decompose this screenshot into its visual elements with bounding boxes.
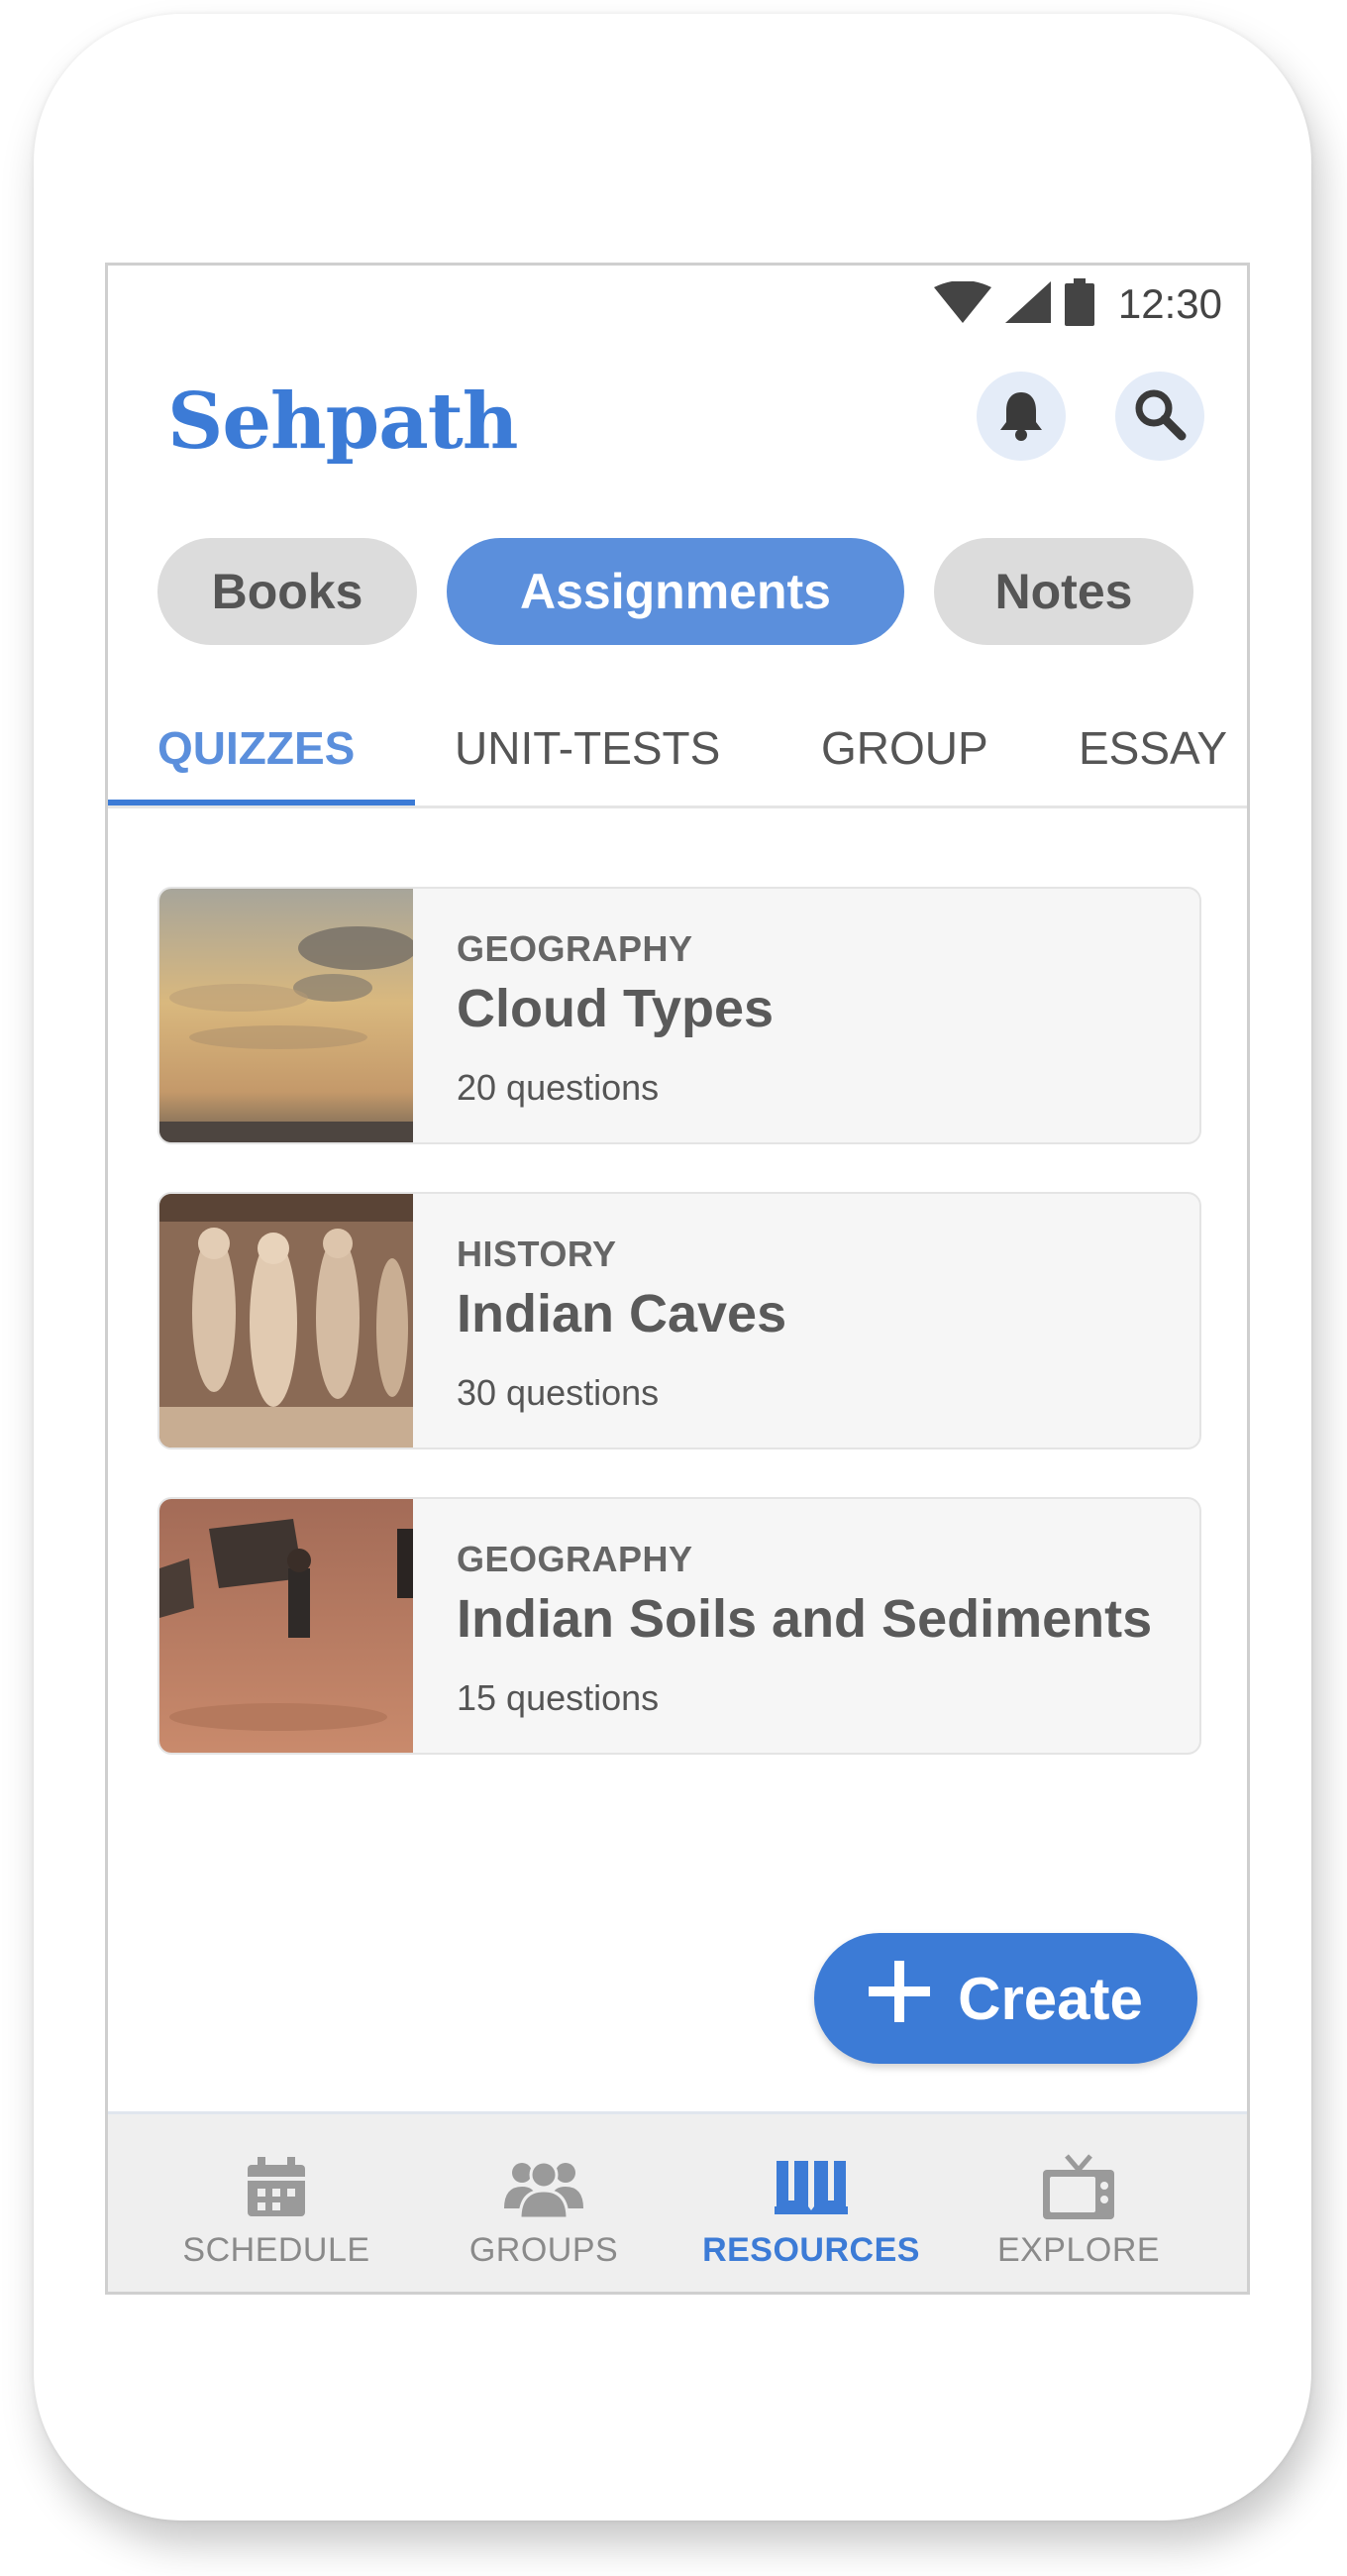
nav-label: EXPLORE — [996, 2231, 1161, 2269]
segment-notes[interactable]: Notes — [934, 538, 1193, 645]
bottom-nav: SCHEDULE GROUPS RESOURCES EXPLORE — [108, 2111, 1247, 2292]
temple-carvings-photo — [159, 1194, 413, 1448]
calendar-icon — [246, 2152, 307, 2223]
active-tab-indicator — [108, 800, 415, 805]
nav-explore[interactable]: EXPLORE — [945, 2114, 1212, 2292]
card-title: Indian Caves — [457, 1284, 787, 1343]
book-icon — [775, 2152, 848, 2223]
search-button[interactable] — [1115, 372, 1204, 461]
sunset-clouds-photo — [159, 889, 413, 1142]
status-bar: 12:30 — [108, 266, 1247, 341]
nav-label: SCHEDULE — [182, 2231, 370, 2269]
tv-icon — [1041, 2152, 1116, 2223]
notifications-button[interactable] — [977, 372, 1066, 461]
card-question-count: 30 questions — [457, 1372, 660, 1413]
quiz-card[interactable]: GEOGRAPHY Indian Soils and Sediments 15 … — [157, 1497, 1201, 1755]
people-icon — [502, 2152, 585, 2223]
card-question-count: 15 questions — [457, 1677, 660, 1718]
wifi-icon — [933, 279, 991, 328]
nav-schedule[interactable]: SCHEDULE — [143, 2114, 410, 2292]
tab-group[interactable]: GROUP — [821, 721, 988, 805]
card-title: Indian Soils and Sediments — [457, 1589, 1153, 1649]
soil-workers-photo — [159, 1499, 413, 1753]
nav-label: RESOURCES — [702, 2231, 920, 2269]
plus-icon — [869, 1961, 931, 2036]
battery-icon — [1064, 277, 1094, 331]
card-category: GEOGRAPHY — [457, 928, 693, 969]
status-time: 12:30 — [1117, 280, 1222, 327]
tab-quizzes[interactable]: QUIZZES — [157, 721, 355, 805]
signal-icon — [1004, 280, 1051, 328]
card-category: GEOGRAPHY — [457, 1539, 693, 1579]
app-screen: 12:30 Sehpath Books Assignments Notes QU… — [105, 263, 1250, 2295]
segment-assignments[interactable]: Assignments — [447, 538, 904, 645]
create-button[interactable]: Create — [814, 1933, 1197, 2064]
tab-essay[interactable]: ESSAY — [1079, 721, 1227, 805]
status-icons: 12:30 — [933, 277, 1222, 331]
search-icon — [1132, 386, 1188, 447]
card-title: Cloud Types — [457, 979, 775, 1038]
nav-resources[interactable]: RESOURCES — [677, 2114, 945, 2292]
create-button-label: Create — [958, 1965, 1143, 2032]
quiz-card[interactable]: GEOGRAPHY Cloud Types 20 questions — [157, 887, 1201, 1144]
quiz-type-tabs: QUIZZES UNIT-TESTS GROUP ESSAY — [108, 721, 1247, 808]
card-question-count: 20 questions — [457, 1067, 660, 1108]
nav-label: GROUPS — [468, 2231, 619, 2269]
segment-books[interactable]: Books — [157, 538, 417, 645]
tab-unit-tests[interactable]: UNIT-TESTS — [455, 721, 720, 805]
bell-icon — [993, 386, 1049, 447]
nav-groups[interactable]: GROUPS — [410, 2114, 677, 2292]
card-category: HISTORY — [457, 1234, 617, 1274]
quiz-card[interactable]: HISTORY Indian Caves 30 questions — [157, 1192, 1201, 1449]
app-logo: Sehpath — [167, 376, 518, 467]
